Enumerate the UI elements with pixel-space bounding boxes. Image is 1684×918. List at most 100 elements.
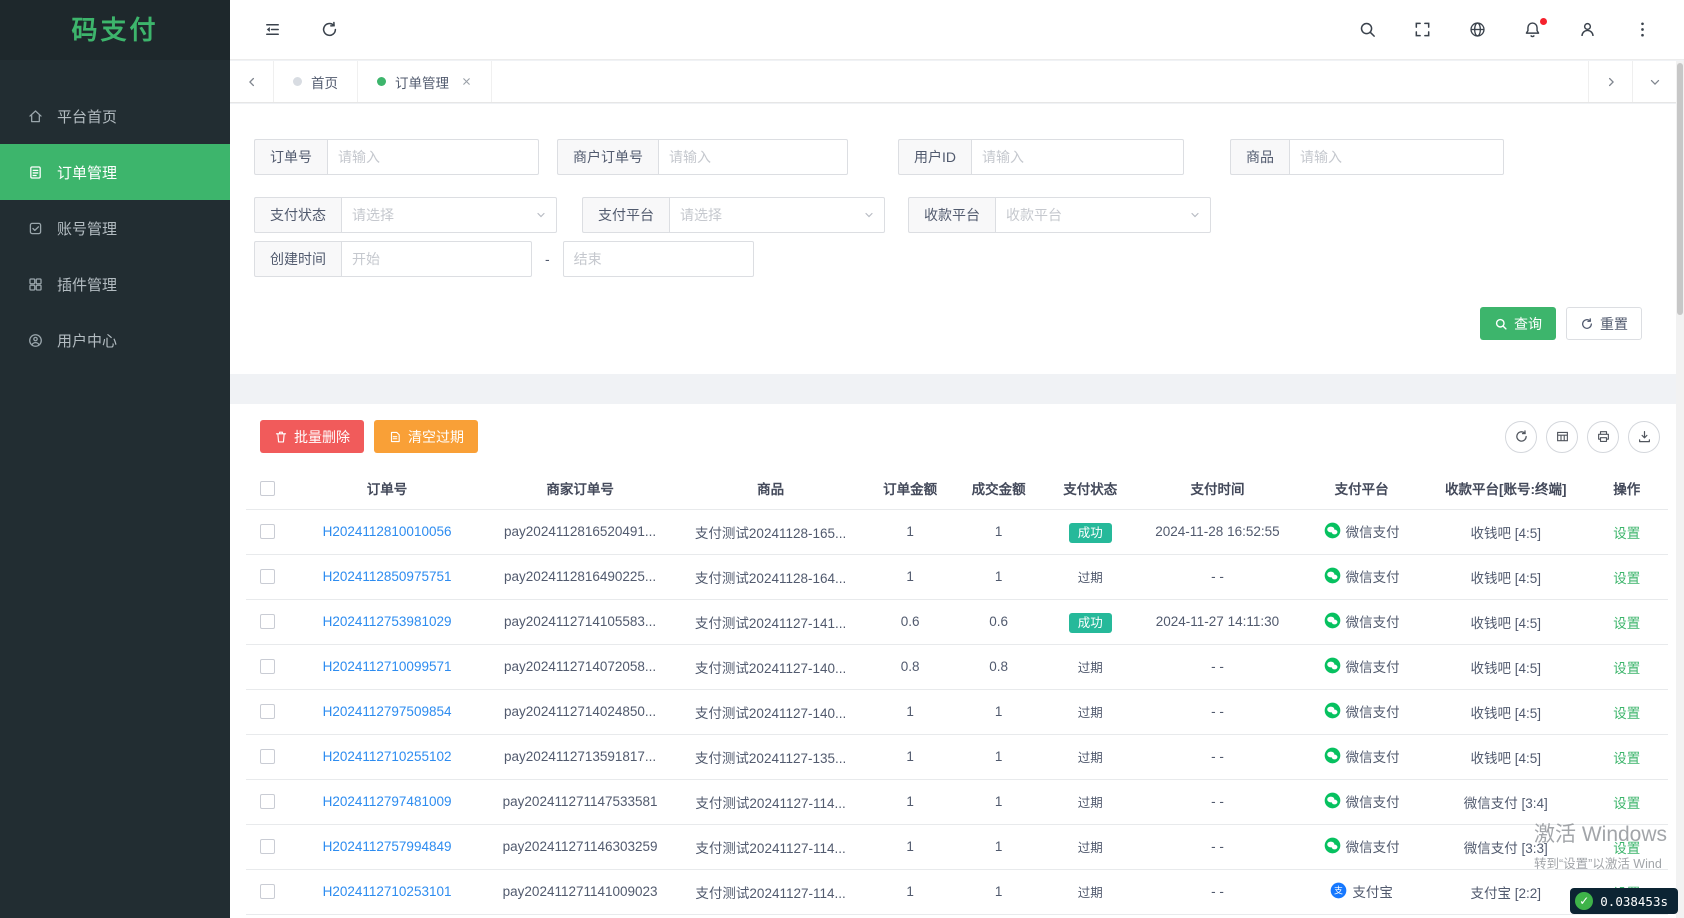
tab-close-icon[interactable] xyxy=(461,76,472,87)
row-checkbox[interactable] xyxy=(260,569,276,585)
filter-receive-platform: 收款平台 收款平台 xyxy=(908,197,1211,233)
order-no-link[interactable]: H2024112797481009 xyxy=(323,794,452,809)
settings-link[interactable]: 设置 xyxy=(1613,571,1640,586)
table-columns-button[interactable] xyxy=(1546,420,1578,453)
order-no-link[interactable]: H2024112797509854 xyxy=(323,704,452,719)
receive-platform-select[interactable]: 收款平台 xyxy=(995,197,1211,233)
search-button[interactable]: 查询 xyxy=(1480,307,1556,340)
bell-icon[interactable] xyxy=(1523,18,1547,39)
filter-label: 支付平台 xyxy=(582,197,669,233)
search-icon[interactable] xyxy=(1358,20,1377,39)
topbar-right xyxy=(1358,18,1684,39)
table-toolbar: 批量删除 清空过期 xyxy=(246,420,1668,453)
start-date-input[interactable] xyxy=(341,241,532,277)
clear-expired-button[interactable]: 清空过期 xyxy=(374,420,478,453)
user-id-input[interactable] xyxy=(971,139,1184,175)
sidebar: 码支付 平台首页 订单管理 账号管理 插件管理 用户中心 xyxy=(0,0,230,918)
order-table-body: H2024112810010056 pay2024112816520491...… xyxy=(246,509,1668,915)
filter-create-time: 创建时间 xyxy=(254,241,532,277)
settings-link[interactable]: 设置 xyxy=(1613,526,1640,541)
table-print-button[interactable] xyxy=(1587,420,1619,453)
table-row: H2024112810010056 pay2024112816520491...… xyxy=(246,509,1668,555)
receiver-platform: 收钱吧 [4:5] xyxy=(1425,509,1586,555)
settings-link[interactable]: 设置 xyxy=(1613,661,1640,676)
order-icon xyxy=(27,164,44,181)
order-no-link[interactable]: H2024112710255102 xyxy=(323,749,452,764)
order-no-link[interactable]: H2024112710099571 xyxy=(323,659,452,674)
row-checkbox[interactable] xyxy=(260,614,276,630)
sidebar-item-home[interactable]: 平台首页 xyxy=(0,88,230,144)
platform-name: 微信支付 xyxy=(1345,659,1400,675)
platform-cell: 支 微信支付 xyxy=(1324,746,1400,766)
tabs-menu-button[interactable] xyxy=(1632,61,1676,102)
select-all-checkbox[interactable] xyxy=(260,480,276,496)
globe-icon[interactable] xyxy=(1468,20,1487,39)
order-amount: 1 xyxy=(865,779,955,825)
receiver-platform: 收钱吧 [4:5] xyxy=(1425,554,1586,600)
merchant-order-no: pay202411271147533581 xyxy=(484,779,676,825)
user-center-icon xyxy=(27,332,44,349)
filter-row-2: 支付状态 请选择 支付平台 请选择 收款平台 收款平台 xyxy=(254,197,1652,233)
pay-platform-select[interactable]: 请选择 xyxy=(669,197,885,233)
scrollbar-thumb[interactable] xyxy=(1677,63,1683,315)
row-checkbox[interactable] xyxy=(260,749,276,765)
sidebar-collapse-icon[interactable] xyxy=(263,20,282,39)
order-no-input[interactable] xyxy=(327,139,539,175)
order-amount: 1 xyxy=(865,554,955,600)
order-no-link[interactable]: H2024112753981029 xyxy=(323,614,452,629)
end-date-input[interactable] xyxy=(562,241,754,277)
row-checkbox[interactable] xyxy=(260,704,276,720)
tab-home[interactable]: 首页 xyxy=(274,61,358,102)
order-amount: 1 xyxy=(865,734,955,780)
settings-link[interactable]: 设置 xyxy=(1613,841,1640,856)
reset-button[interactable]: 重置 xyxy=(1566,307,1642,340)
row-checkbox[interactable] xyxy=(260,659,276,675)
row-checkbox[interactable] xyxy=(260,524,276,540)
settings-link[interactable]: 设置 xyxy=(1613,616,1640,631)
page-refresh-icon[interactable] xyxy=(320,20,339,39)
platform-cell: 支 微信支付 xyxy=(1324,656,1400,676)
order-no-link[interactable]: H2024112810010056 xyxy=(323,524,452,539)
sidebar-item-user-center[interactable]: 用户中心 xyxy=(0,312,230,368)
tabs-scroll-left-button[interactable] xyxy=(230,61,274,102)
order-no-link[interactable]: H2024112757994849 xyxy=(323,839,452,854)
kebab-menu-icon[interactable] xyxy=(1633,20,1652,39)
batch-delete-button[interactable]: 批量删除 xyxy=(260,420,364,453)
page-scrollbar xyxy=(1676,61,1684,918)
order-no-link[interactable]: H2024112850975751 xyxy=(323,569,452,584)
row-checkbox[interactable] xyxy=(260,794,276,810)
product-name: 支付测试20241127-140... xyxy=(675,644,866,690)
settings-link[interactable]: 设置 xyxy=(1613,796,1640,811)
user-icon[interactable] xyxy=(1578,20,1597,39)
product-input[interactable] xyxy=(1289,139,1504,175)
main-content: 订单号 商户订单号 用户ID 商品 支付状态 xyxy=(230,104,1676,918)
filter-label: 创建时间 xyxy=(254,241,341,277)
table-export-button[interactable] xyxy=(1628,420,1660,453)
order-no-link[interactable]: H2024112710253101 xyxy=(323,884,452,899)
table-refresh-button[interactable] xyxy=(1505,420,1537,453)
col-header-actions: 操作 xyxy=(1585,467,1668,510)
tab-label: 订单管理 xyxy=(395,75,449,91)
sidebar-item-orders[interactable]: 订单管理 xyxy=(0,144,230,200)
trash-icon xyxy=(274,430,288,444)
pay-status-select[interactable]: 请选择 xyxy=(341,197,557,233)
tabs-scroll-right-button[interactable] xyxy=(1588,61,1632,102)
table-row: H2024112797509854 pay2024112714024850...… xyxy=(246,689,1668,735)
tab-order-management[interactable]: 订单管理 xyxy=(358,61,492,102)
row-checkbox[interactable] xyxy=(260,839,276,855)
filter-merchant-order-no: 商户订单号 xyxy=(557,139,848,175)
sidebar-item-accounts[interactable]: 账号管理 xyxy=(0,200,230,256)
tab-label: 首页 xyxy=(311,75,338,91)
fullscreen-icon[interactable] xyxy=(1413,20,1432,39)
pay-time: - - xyxy=(1137,554,1298,600)
merchant-order-no: pay2024112713591817... xyxy=(484,734,676,780)
merchant-order-no: pay202411271146303259 xyxy=(484,824,676,870)
sidebar-item-plugins[interactable]: 插件管理 xyxy=(0,256,230,312)
row-checkbox[interactable] xyxy=(260,884,276,900)
settings-link[interactable]: 设置 xyxy=(1613,751,1640,766)
settings-link[interactable]: 设置 xyxy=(1613,706,1640,721)
merchant-order-no-input[interactable] xyxy=(658,139,848,175)
status-badge: 成功 xyxy=(1068,613,1112,633)
wechat-pay-icon xyxy=(1324,522,1340,539)
svg-text:支: 支 xyxy=(1334,885,1343,896)
